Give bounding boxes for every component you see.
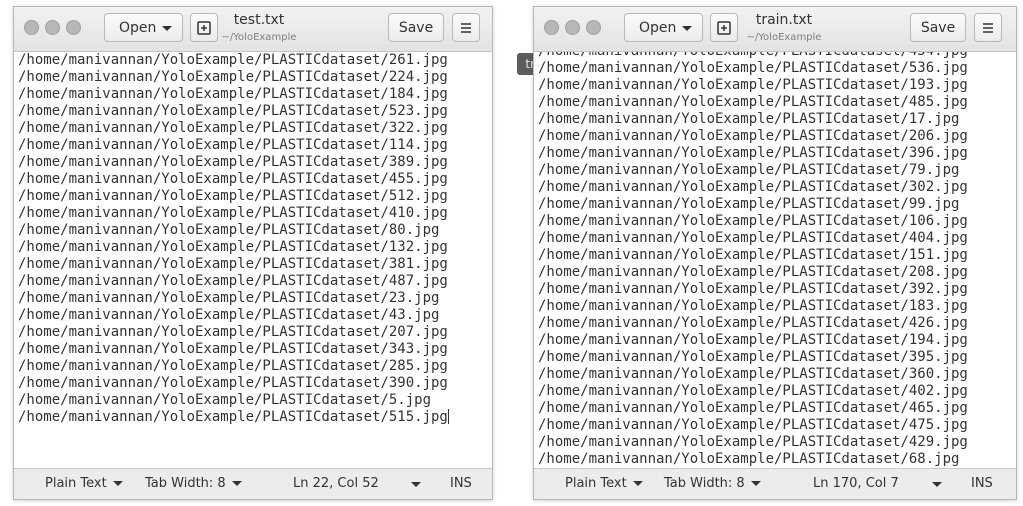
- text-line: /home/manivannan/YoloExample/PLASTICdata…: [538, 281, 968, 297]
- text-line: /home/manivannan/YoloExample/PLASTICdata…: [538, 94, 968, 110]
- text-line: /home/manivannan/YoloExample/PLASTICdata…: [538, 298, 968, 314]
- menu-button[interactable]: [452, 13, 480, 42]
- goto-line-dropdown[interactable]: [932, 482, 942, 487]
- text-editor[interactable]: /home/manivannan/YoloExample/PLASTICdata…: [14, 52, 492, 468]
- text-line: /home/manivannan/YoloExample/PLASTICdata…: [18, 307, 440, 323]
- open-button[interactable]: Open: [104, 13, 183, 42]
- chevron-down-icon: [162, 26, 172, 31]
- window-subtitle: ~/YoloExample: [746, 32, 822, 43]
- maximize-window-button[interactable]: [66, 20, 81, 35]
- text-line: /home/manivannan/YoloExample/PLASTICdata…: [538, 315, 968, 331]
- text-cursor: [447, 409, 449, 424]
- text-line: /home/manivannan/YoloExample/PLASTICdata…: [18, 69, 448, 85]
- text-line: /home/manivannan/YoloExample/PLASTICdata…: [538, 434, 968, 450]
- text-line: /home/manivannan/YoloExample/PLASTICdata…: [18, 103, 448, 119]
- text-line: /home/manivannan/YoloExample/PLASTICdata…: [18, 409, 449, 425]
- chevron-down-icon: [112, 481, 123, 486]
- hamburger-menu-icon: [983, 22, 993, 33]
- text-line: /home/manivannan/YoloExample/PLASTICdata…: [18, 171, 448, 187]
- header-bar: Open test.txt ~/YoloExample Save: [14, 7, 492, 52]
- window-title: train.txt: [755, 12, 813, 28]
- header-bar: Open train.txt ~/YoloExample Save: [534, 7, 1016, 52]
- language-selector[interactable]: Plain Text: [45, 476, 123, 491]
- text-line: /home/manivannan/YoloExample/PLASTICdata…: [538, 383, 968, 399]
- text-line: /home/manivannan/YoloExample/PLASTICdata…: [18, 239, 448, 255]
- text-line: /home/manivannan/YoloExample/PLASTICdata…: [538, 230, 968, 246]
- text-line: /home/manivannan/YoloExample/PLASTICdata…: [18, 324, 448, 340]
- window-controls: [544, 20, 601, 35]
- editor-window-train: Open train.txt ~/YoloExample Save /home/…: [533, 6, 1017, 500]
- text-line: /home/manivannan/YoloExample/PLASTICdata…: [538, 349, 968, 365]
- tab-width-selector[interactable]: Tab Width: 8: [664, 476, 761, 491]
- chevron-down-icon: [682, 26, 692, 31]
- goto-line-dropdown[interactable]: [411, 482, 421, 487]
- text-line: /home/manivannan/YoloExample/PLASTICdata…: [18, 375, 448, 391]
- open-button-label: Open: [119, 19, 157, 36]
- chevron-down-icon: [932, 482, 942, 487]
- chevron-down-icon: [411, 482, 421, 487]
- minimize-window-button[interactable]: [565, 20, 580, 35]
- text-line: /home/manivannan/YoloExample/PLASTICdata…: [538, 77, 968, 93]
- text-editor[interactable]: /home/manivannan/YoloExample/PLASTICdata…: [534, 52, 1016, 468]
- save-button[interactable]: Save: [388, 13, 444, 42]
- cursor-position[interactable]: Ln 170, Col 7: [813, 476, 899, 491]
- text-line: /home/manivannan/YoloExample/PLASTICdata…: [534, 52, 1016, 60]
- text-line: /home/manivannan/YoloExample/PLASTICdata…: [538, 417, 968, 433]
- text-line: /home/manivannan/YoloExample/PLASTICdata…: [18, 120, 448, 136]
- text-line: /home/manivannan/YoloExample/PLASTICdata…: [538, 332, 968, 348]
- chevron-down-icon: [750, 481, 761, 486]
- text-line: /home/manivannan/YoloExample/PLASTICdata…: [18, 154, 448, 170]
- text-line: /home/manivannan/YoloExample/PLASTICdata…: [538, 60, 968, 76]
- text-line: /home/manivannan/YoloExample/PLASTICdata…: [18, 392, 432, 408]
- text-line: /home/manivannan/YoloExample/PLASTICdata…: [538, 213, 968, 229]
- text-line: /home/manivannan/YoloExample/PLASTICdata…: [18, 205, 448, 221]
- text-line: /home/manivannan/YoloExample/PLASTICdata…: [538, 145, 968, 161]
- text-line: /home/manivannan/YoloExample/PLASTICdata…: [538, 196, 960, 212]
- text-line: /home/manivannan/YoloExample/PLASTICdata…: [538, 451, 960, 467]
- menu-button[interactable]: [974, 13, 1002, 42]
- text-line: /home/manivannan/YoloExample/PLASTICdata…: [18, 256, 448, 272]
- text-line: /home/manivannan/YoloExample/PLASTICdata…: [538, 111, 960, 127]
- text-line: /home/manivannan/YoloExample/PLASTICdata…: [18, 137, 448, 153]
- minimize-window-button[interactable]: [45, 20, 60, 35]
- text-line: /home/manivannan/YoloExample/PLASTICdata…: [18, 341, 448, 357]
- chevron-down-icon: [231, 481, 242, 486]
- text-line: /home/manivannan/YoloExample/PLASTICdata…: [538, 162, 960, 178]
- close-window-button[interactable]: [24, 20, 39, 35]
- editor-window-test: Open test.txt ~/YoloExample Save /home/m…: [13, 6, 493, 500]
- text-line: /home/manivannan/YoloExample/PLASTICdata…: [538, 264, 968, 280]
- window-subtitle: ~/YoloExample: [221, 32, 297, 43]
- open-button-label: Open: [639, 19, 677, 36]
- chevron-down-icon: [632, 481, 643, 486]
- open-button[interactable]: Open: [624, 13, 703, 42]
- language-selector[interactable]: Plain Text: [565, 476, 643, 491]
- text-line: /home/manivannan/YoloExample/PLASTICdata…: [538, 247, 968, 263]
- window-controls: [24, 20, 81, 35]
- text-line: /home/manivannan/YoloExample/PLASTICdata…: [18, 358, 448, 374]
- text-line: /home/manivannan/YoloExample/PLASTICdata…: [538, 366, 968, 382]
- window-title-area: test.txt ~/YoloExample: [179, 12, 339, 44]
- insert-mode-indicator: INS: [971, 476, 993, 491]
- text-line: /home/manivannan/YoloExample/PLASTICdata…: [538, 400, 968, 416]
- text-line: /home/manivannan/YoloExample/PLASTICdata…: [18, 52, 448, 68]
- tab-width-selector[interactable]: Tab Width: 8: [145, 476, 242, 491]
- text-line: /home/manivannan/YoloExample/PLASTICdata…: [18, 273, 448, 289]
- maximize-window-button[interactable]: [586, 20, 601, 35]
- text-line: /home/manivannan/YoloExample/PLASTICdata…: [538, 179, 968, 195]
- close-window-button[interactable]: [544, 20, 559, 35]
- text-line: /home/manivannan/YoloExample/PLASTICdata…: [18, 86, 448, 102]
- window-title: test.txt: [233, 12, 285, 28]
- hamburger-menu-icon: [461, 22, 471, 33]
- save-button[interactable]: Save: [910, 13, 966, 42]
- text-line: /home/manivannan/YoloExample/PLASTICdata…: [18, 222, 440, 238]
- insert-mode-indicator: INS: [450, 476, 472, 491]
- status-bar: Plain Text Tab Width: 8 Ln 170, Col 7 IN…: [534, 468, 1016, 499]
- text-line: /home/manivannan/YoloExample/PLASTICdata…: [18, 290, 440, 306]
- text-line: /home/manivannan/YoloExample/PLASTICdata…: [538, 128, 968, 144]
- text-line: /home/manivannan/YoloExample/PLASTICdata…: [18, 188, 448, 204]
- window-title-area: train.txt ~/YoloExample: [704, 12, 864, 44]
- status-bar: Plain Text Tab Width: 8 Ln 22, Col 52 IN…: [14, 468, 492, 499]
- cursor-position[interactable]: Ln 22, Col 52: [293, 476, 379, 491]
